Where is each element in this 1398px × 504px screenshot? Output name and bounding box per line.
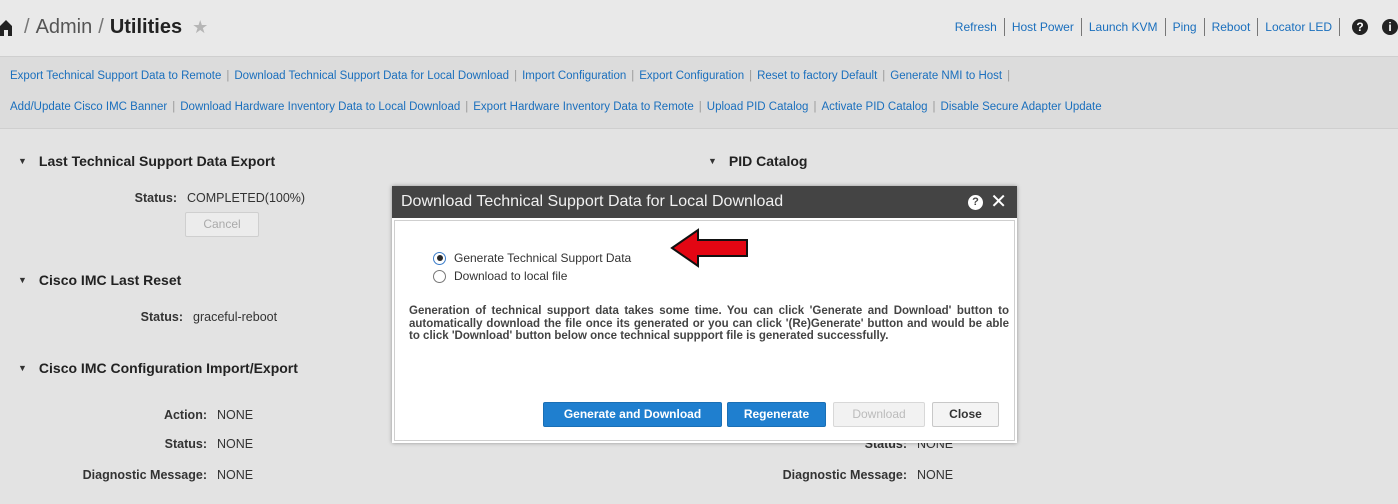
utilities-actions-bar: Export Technical Support Data to Remote |… xyxy=(0,56,1398,129)
section-last-export-title[interactable]: ▼ Last Technical Support Data Export xyxy=(18,153,275,169)
config-diagnostic-message: Diagnostic Message: NONE xyxy=(82,468,254,482)
dialog-title: Download Technical Support Data for Loca… xyxy=(401,193,784,210)
download-hw-inventory-link[interactable]: Download Hardware Inventory Data to Loca… xyxy=(180,101,460,113)
close-button[interactable]: Close xyxy=(932,402,999,427)
download-button[interactable]: Download xyxy=(833,402,925,427)
collapse-triangle-icon: ▼ xyxy=(18,156,27,166)
collapse-triangle-icon: ▼ xyxy=(708,156,717,166)
config-status: Status: NONE xyxy=(164,437,254,451)
download-tech-support-local-link[interactable]: Download Technical Support Data for Loca… xyxy=(234,70,509,82)
reboot-link[interactable]: Reboot xyxy=(1205,20,1258,34)
actions-row-2: Add/Update Cisco IMC Banner | Download Har… xyxy=(10,101,1102,113)
breadcrumb-separator: / xyxy=(98,16,104,38)
radio-button[interactable] xyxy=(433,269,446,283)
option-generate-tech-support[interactable]: Generate Technical Support Data xyxy=(433,251,631,265)
refresh-link[interactable]: Refresh xyxy=(948,20,1004,34)
disable-secure-adapter-update-link[interactable]: Disable Secure Adapter Update xyxy=(941,101,1102,113)
ping-link[interactable]: Ping xyxy=(1166,20,1204,34)
close-icon[interactable]: ✕ xyxy=(990,186,1007,218)
section-last-reset-title[interactable]: ▼ Cisco IMC Last Reset xyxy=(18,272,181,288)
collapse-triangle-icon: ▼ xyxy=(18,363,27,373)
quick-links: Refresh Host Power Launch KVM Ping Reboo… xyxy=(948,18,1398,36)
last-export-status: Status: COMPLETED(100%) xyxy=(134,191,306,205)
dialog-description: Generation of technical support data tak… xyxy=(409,305,1009,342)
download-tech-support-dialog: Download Technical Support Data for Loca… xyxy=(392,186,1017,443)
help-icon[interactable]: ? xyxy=(1352,19,1368,35)
upload-pid-catalog-link[interactable]: Upload PID Catalog xyxy=(707,101,809,113)
host-power-link[interactable]: Host Power xyxy=(1005,20,1081,34)
section-config-import-export-title[interactable]: ▼ Cisco IMC Configuration Import/Export xyxy=(18,360,298,376)
dialog-header: Download Technical Support Data for Loca… xyxy=(392,186,1017,218)
last-reset-status: Status: graceful-reboot xyxy=(140,310,278,324)
section-pid-catalog-title[interactable]: ▼ PID Catalog xyxy=(708,153,808,169)
divider xyxy=(1339,18,1340,36)
config-action: Action: NONE xyxy=(163,408,254,422)
actions-row-1: Export Technical Support Data to Remote |… xyxy=(10,70,1011,82)
activate-pid-catalog-link[interactable]: Activate PID Catalog xyxy=(821,101,927,113)
breadcrumb-separator: / xyxy=(24,16,30,38)
export-tech-support-remote-link[interactable]: Export Technical Support Data to Remote xyxy=(10,70,221,82)
breadcrumb: / Admin / Utilities ★ xyxy=(0,16,208,39)
radio-button-checked[interactable] xyxy=(433,251,446,265)
page-title: Utilities xyxy=(109,16,183,38)
page-header: / Admin / Utilities ★ Refresh Host Power… xyxy=(0,0,1398,56)
option-download-local-file[interactable]: Download to local file xyxy=(433,269,567,283)
pid-catalog-diagnostic-message: Diagnostic Message: NONE xyxy=(782,468,954,482)
cancel-button[interactable]: Cancel xyxy=(185,212,259,237)
reset-factory-default-link[interactable]: Reset to factory Default xyxy=(757,70,877,82)
star-icon[interactable]: ★ xyxy=(192,17,208,38)
generate-and-download-button[interactable]: Generate and Download xyxy=(543,402,722,427)
locator-led-link[interactable]: Locator LED xyxy=(1258,20,1339,34)
home-icon[interactable] xyxy=(0,19,12,36)
add-update-banner-link[interactable]: Add/Update Cisco IMC Banner xyxy=(10,101,167,113)
dialog-body: Generate Technical Support Data Download… xyxy=(394,220,1015,441)
launch-kvm-link[interactable]: Launch KVM xyxy=(1082,20,1165,34)
regenerate-button[interactable]: Regenerate xyxy=(727,402,826,427)
export-configuration-link[interactable]: Export Configuration xyxy=(639,70,744,82)
generate-nmi-link[interactable]: Generate NMI to Host xyxy=(890,70,1002,82)
info-icon[interactable]: i xyxy=(1382,19,1398,35)
import-configuration-link[interactable]: Import Configuration xyxy=(522,70,626,82)
breadcrumb-admin[interactable]: Admin xyxy=(36,16,93,39)
collapse-triangle-icon: ▼ xyxy=(18,275,27,285)
export-hw-inventory-link[interactable]: Export Hardware Inventory Data to Remote xyxy=(473,101,694,113)
red-arrow-icon xyxy=(670,228,748,268)
help-icon[interactable]: ? xyxy=(968,195,983,210)
